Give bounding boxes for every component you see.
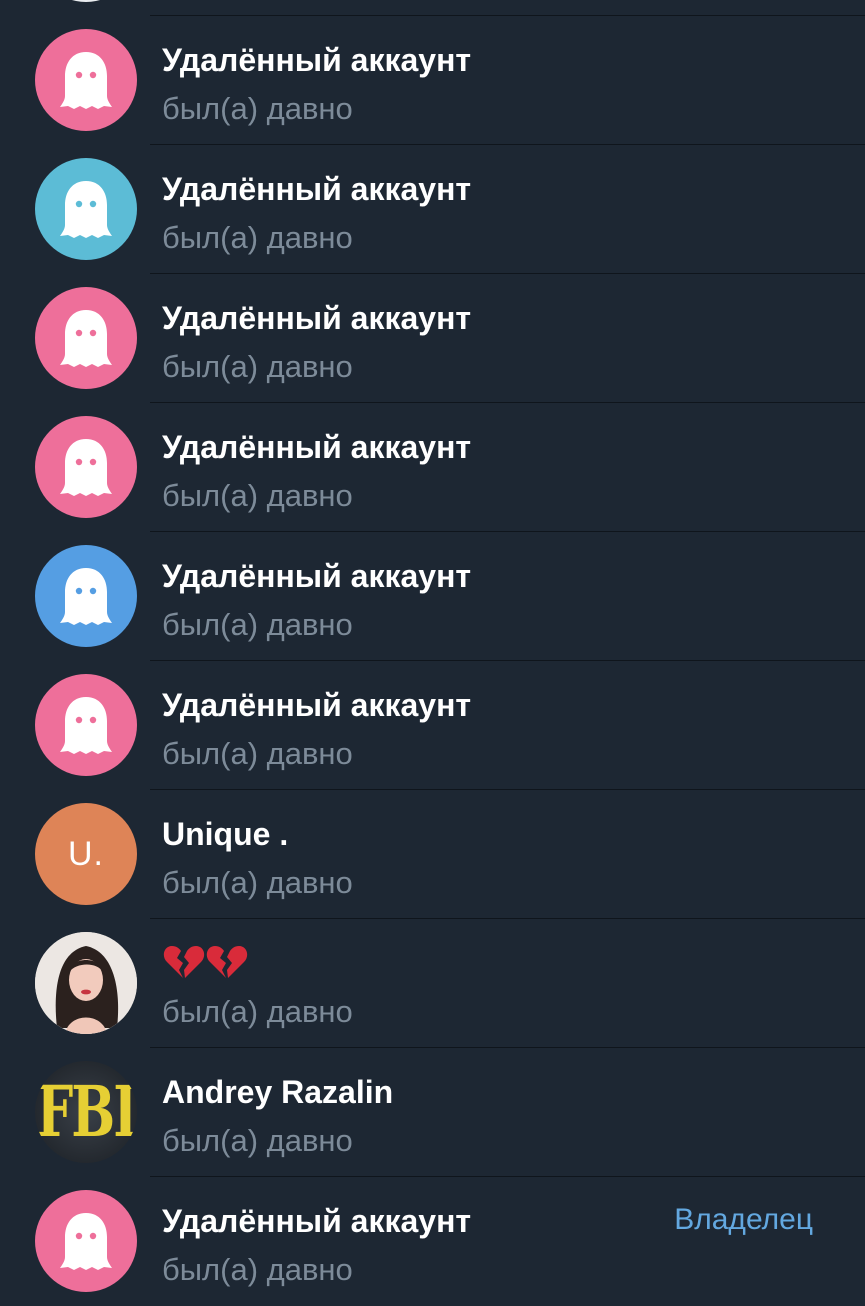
- member-name: Удалённый аккаунт: [162, 1203, 472, 1239]
- ghost-icon: [60, 439, 112, 496]
- member-name: Andrey Razalin: [162, 1074, 394, 1110]
- member-row[interactable]: Удалённый аккаунт был(а) давно: [0, 274, 865, 403]
- member-row[interactable]: Удалённый аккаунт был(а) давно Владелец: [0, 1177, 865, 1306]
- member-name: Удалённый аккаунт: [162, 429, 472, 465]
- ghost-icon: [60, 1213, 112, 1270]
- member-status: был(а) давно: [162, 607, 353, 642]
- member-row[interactable]: U. Unique . был(а) давно: [0, 790, 865, 919]
- avatar: [35, 287, 137, 389]
- member-row[interactable]: был(а) давно: [0, 919, 865, 1048]
- member-row[interactable]: Удалённый аккаунт был(а) давно: [0, 16, 865, 145]
- avatar: [35, 158, 137, 260]
- member-name: Unique .: [162, 816, 289, 852]
- avatar: [35, 1190, 137, 1292]
- avatar: [35, 545, 137, 647]
- member-row[interactable]: Удалённый аккаунт был(а) давно: [0, 661, 865, 790]
- avatar: FBI: [35, 1061, 137, 1163]
- owner-badge: Владелец: [674, 1203, 813, 1236]
- ghost-icon: [60, 310, 112, 367]
- member-status: был(а) давно: [162, 91, 353, 126]
- ghost-icon: [60, 697, 112, 754]
- member-row[interactable]: [0, 0, 865, 16]
- member-name: Удалённый аккаунт: [162, 558, 472, 594]
- member-name: Удалённый аккаунт: [162, 42, 472, 78]
- profile-photo: [35, 932, 137, 1034]
- member-name: [162, 945, 248, 987]
- member-status: был(а) давно: [162, 349, 353, 384]
- avatar-initials: U.: [68, 834, 104, 873]
- member-row[interactable]: Удалённый аккаунт был(а) давно: [0, 532, 865, 661]
- avatar: U.: [35, 803, 137, 905]
- avatar-photo: [35, 932, 137, 1034]
- ghost-icon: [60, 181, 112, 238]
- member-status: был(а) давно: [162, 1123, 353, 1158]
- avatar: [35, 0, 137, 2]
- member-status: был(а) давно: [162, 994, 353, 1029]
- member-status: был(а) давно: [162, 865, 353, 900]
- member-name: Удалённый аккаунт: [162, 300, 472, 336]
- broken-heart-emoji: [162, 946, 248, 986]
- member-row[interactable]: Удалённый аккаунт был(а) давно: [0, 145, 865, 274]
- member-row[interactable]: FBI Andrey Razalin был(а) давно: [0, 1048, 865, 1177]
- members-list: Удалённый аккаунт был(а) давно Удалённый…: [0, 0, 865, 1306]
- member-status: был(а) давно: [162, 478, 353, 513]
- ghost-icon: [60, 568, 112, 625]
- member-status: был(а) давно: [162, 220, 353, 255]
- avatar: [35, 674, 137, 776]
- avatar: [35, 416, 137, 518]
- ghost-icon: [60, 52, 112, 109]
- member-status: был(а) давно: [162, 736, 353, 771]
- avatar-fbi-text: FBI: [36, 1070, 137, 1154]
- member-status: был(а) давно: [162, 1252, 353, 1287]
- avatar: [35, 29, 137, 131]
- member-row[interactable]: Удалённый аккаунт был(а) давно: [0, 403, 865, 532]
- member-name: Удалённый аккаунт: [162, 687, 472, 723]
- member-name: Удалённый аккаунт: [162, 171, 472, 207]
